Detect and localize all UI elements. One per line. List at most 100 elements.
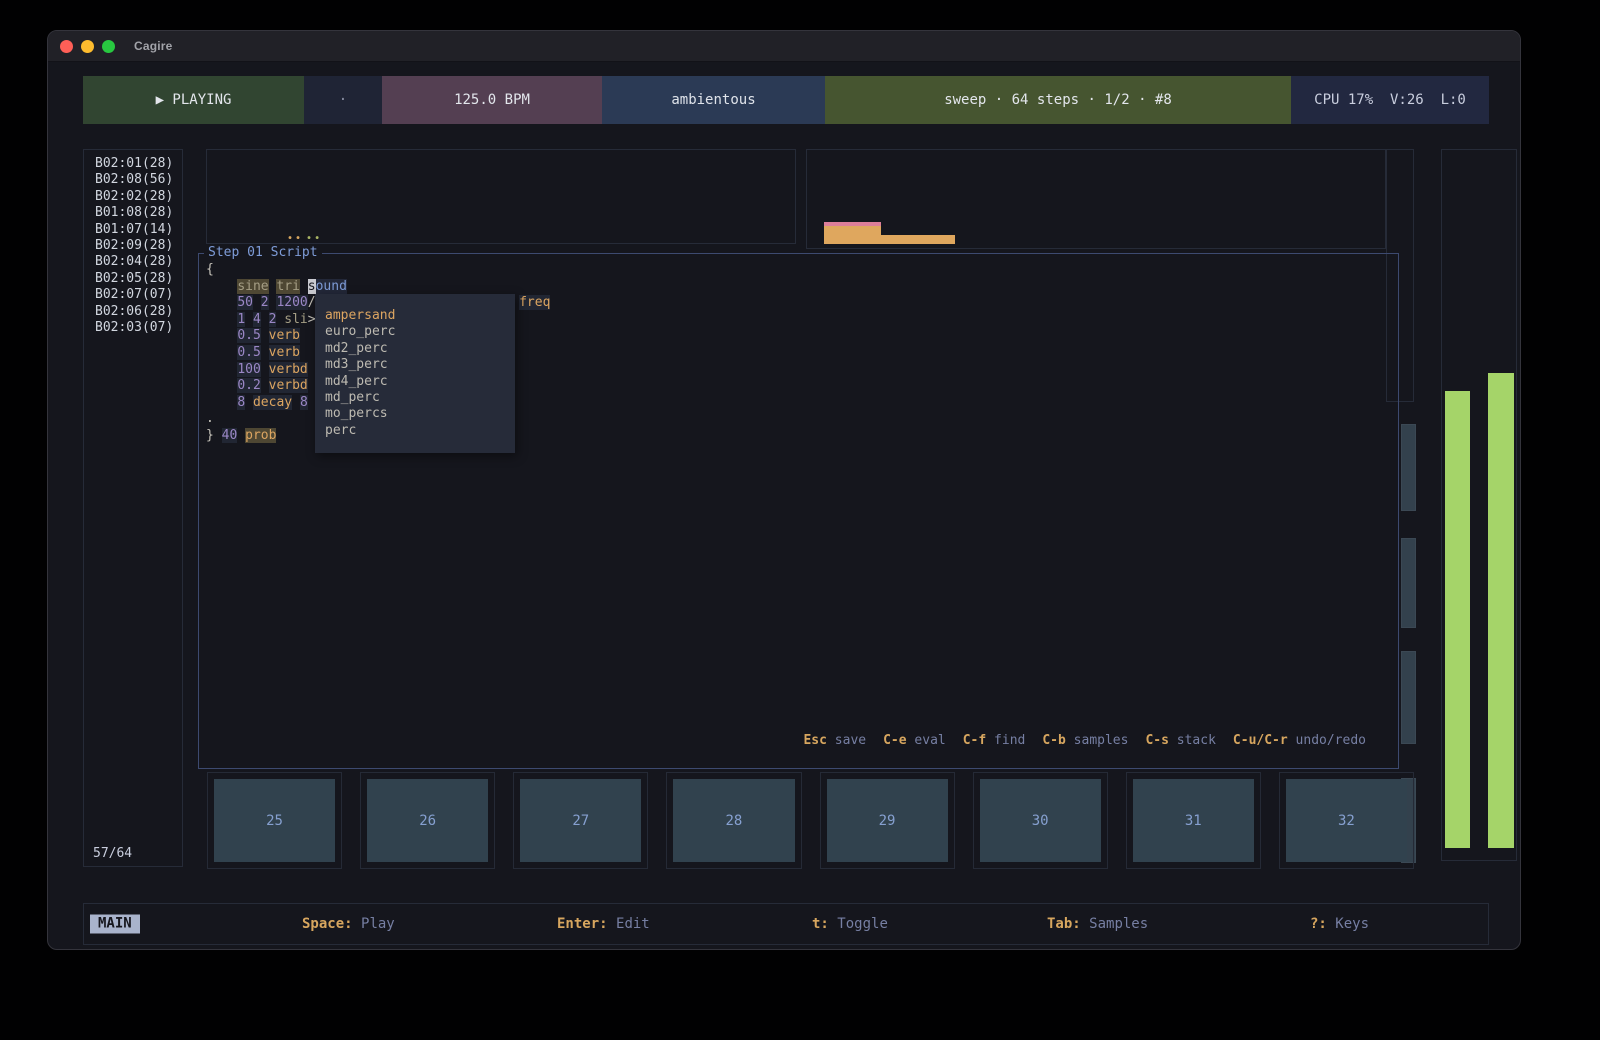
step-box[interactable]: 29 (827, 779, 948, 862)
hotkey-hint: Enter: Edit (557, 916, 650, 932)
pattern-slot[interactable]: B02:07(07) (84, 287, 182, 303)
side-cell (1401, 651, 1416, 744)
pattern-slot[interactable]: B02:03(07) (84, 320, 182, 336)
step-cell[interactable]: 28 (666, 772, 801, 869)
code-token (261, 362, 269, 377)
pattern-list: B02:01(28)B02:08(56)B02:02(28)B01:08(28)… (84, 150, 182, 336)
step-cell[interactable]: 31 (1126, 772, 1261, 869)
pattern-slot[interactable]: B02:06(28) (84, 304, 182, 320)
code-token (206, 345, 237, 360)
code-token (245, 312, 253, 327)
script-editor-panel[interactable]: ∙∙∙∙ Step 01 Script { sine tri sound 50 … (198, 253, 1399, 769)
code-token: 100 (237, 362, 260, 377)
level-meter-left (1445, 391, 1470, 848)
help-key: C-s (1145, 733, 1168, 748)
step-box[interactable]: 26 (367, 779, 488, 862)
step-box[interactable]: 31 (1133, 779, 1254, 862)
side-cell (1401, 424, 1416, 511)
side-cell (1401, 538, 1416, 628)
code-token (206, 378, 237, 393)
hotkey-hint: ?: Keys (1310, 916, 1369, 932)
step-cell[interactable]: 32 (1279, 772, 1414, 869)
pattern-slot[interactable]: B02:01(28) (84, 156, 182, 172)
hint-label: Play (361, 916, 395, 932)
code-token (206, 362, 237, 377)
step-box[interactable]: 28 (673, 779, 794, 862)
hint-label: Edit (616, 916, 650, 932)
step-cell[interactable]: 26 (360, 772, 495, 869)
hotkey-hint: Tab: Samples (1047, 916, 1148, 932)
autocomplete-item[interactable]: ampersand (315, 308, 515, 324)
autocomplete-item[interactable]: md_perc (315, 390, 515, 406)
pattern-slot[interactable]: B02:08(56) (84, 172, 182, 188)
autocomplete-item[interactable]: mo_percs (315, 406, 515, 422)
help-key: Esc (803, 733, 826, 748)
waveform-segment (881, 235, 955, 244)
editor-help-item: C-f find (963, 733, 1026, 748)
code-token: verb (269, 328, 300, 343)
code-token (253, 295, 261, 310)
level-meter-right (1488, 373, 1514, 848)
bpm-display[interactable]: 125.0 BPM (382, 76, 602, 124)
transport-bar: ▶ PLAYING·125.0 BPMambientoussweep · 64 … (83, 76, 1489, 124)
autocomplete-item[interactable]: perc (315, 423, 515, 439)
pattern-list-panel: B02:01(28)B02:08(56)B02:02(28)B01:08(28)… (83, 149, 183, 867)
pattern-info[interactable]: sweep · 64 steps · 1/2 · #8 (825, 76, 1291, 124)
autocomplete-item[interactable]: euro_perc (315, 324, 515, 340)
zoom-button[interactable] (102, 40, 115, 53)
code-token: ound (316, 279, 347, 294)
minimize-button[interactable] (81, 40, 94, 53)
step-cell[interactable]: 27 (513, 772, 648, 869)
text-cursor: s (308, 279, 316, 294)
code-token (206, 279, 237, 294)
code-token (261, 345, 269, 360)
waveform-panel (806, 149, 1386, 249)
pattern-slot[interactable]: B02:05(28) (84, 271, 182, 287)
titlebar[interactable]: Cagire (48, 31, 1520, 62)
code-token: { (206, 262, 214, 277)
editor-help-item: C-e eval (883, 733, 946, 748)
mark-amber: ∙∙ (287, 233, 303, 244)
step-cell[interactable]: 30 (973, 772, 1108, 869)
close-button[interactable] (60, 40, 73, 53)
help-label: samples (1074, 733, 1129, 748)
code-token: tri (276, 279, 299, 294)
system-stats: CPU 17% V:26 L:0 (1291, 76, 1489, 124)
status-bar: MAIN Space: PlayEnter: Editt: ToggleTab:… (83, 903, 1489, 945)
step-cell[interactable]: 25 (207, 772, 342, 869)
pattern-slot[interactable]: B02:02(28) (84, 189, 182, 205)
autocomplete-item[interactable]: md3_perc (315, 357, 515, 373)
help-label: eval (914, 733, 945, 748)
help-key: C-e (883, 733, 906, 748)
editor-help-item: Esc save (803, 733, 866, 748)
code-token: 0.2 (237, 378, 260, 393)
help-label: undo/redo (1296, 733, 1366, 748)
code-token: decay (253, 395, 292, 410)
autocomplete-list: ampersandeuro_percmd2_percmd3_percmd4_pe… (315, 308, 515, 439)
step-cell[interactable]: 29 (820, 772, 955, 869)
pattern-slot[interactable]: B02:09(28) (84, 238, 182, 254)
transport-status[interactable]: ▶ PLAYING (83, 76, 304, 124)
waveform-segment (824, 222, 881, 244)
step-box[interactable]: 27 (520, 779, 641, 862)
code-token (237, 428, 245, 443)
pattern-slot[interactable]: B01:08(28) (84, 205, 182, 221)
pattern-slot[interactable]: B02:04(28) (84, 254, 182, 270)
help-label: stack (1177, 733, 1216, 748)
code-token (261, 378, 269, 393)
code-token: 2 (261, 295, 269, 310)
step-box[interactable]: 30 (980, 779, 1101, 862)
step-box[interactable]: 25 (214, 779, 335, 862)
patch-name[interactable]: ambientous (602, 76, 825, 124)
pattern-slot[interactable]: B01:07(14) (84, 222, 182, 238)
code-token (300, 279, 308, 294)
step-box[interactable]: 32 (1286, 779, 1407, 862)
autocomplete-item[interactable]: md2_perc (315, 341, 515, 357)
code-token (292, 395, 300, 410)
autocomplete-item[interactable]: md4_perc (315, 374, 515, 390)
pattern-grid-panel (206, 149, 796, 244)
code-token: sine (237, 279, 268, 294)
code-line: sine tri sound (206, 279, 550, 296)
code-token: verbd (269, 362, 308, 377)
step-counter: 57/64 (93, 846, 132, 861)
